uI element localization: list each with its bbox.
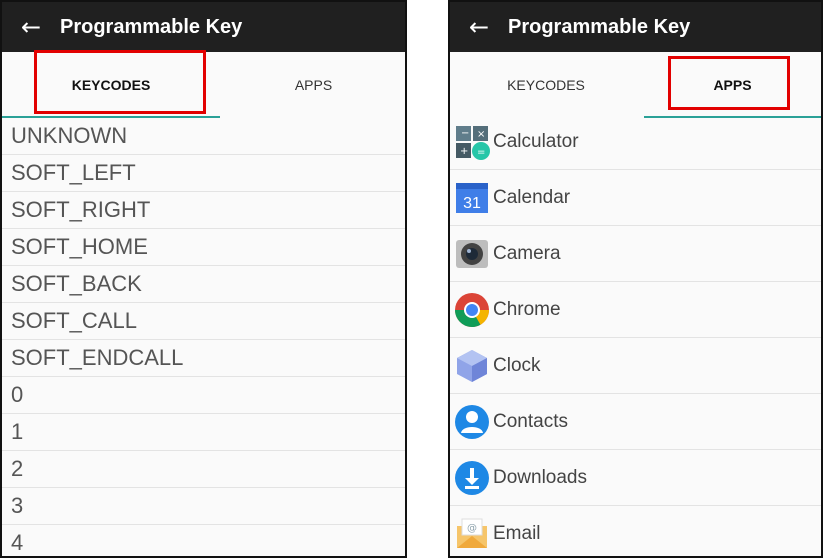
app-bar: ← Programmable Key (450, 2, 821, 52)
list-item[interactable]: 4 (2, 525, 405, 556)
tab-apps[interactable]: APPS (220, 52, 405, 118)
email-icon: @ (457, 518, 487, 548)
list-item[interactable]: − × + = Calculator (450, 114, 821, 170)
arrow-left-icon[interactable]: ← (450, 2, 508, 52)
app-label: Chrome (493, 298, 561, 320)
list-item[interactable]: Chrome (450, 282, 821, 338)
list-item[interactable]: SOFT_LEFT (2, 155, 405, 192)
apps-screen: ← Programmable Key KEYCODES APPS − × + =… (448, 0, 823, 558)
list-item[interactable]: Downloads (450, 450, 821, 506)
list-item[interactable]: 1 (2, 414, 405, 451)
calculator-icon: − × + = (456, 125, 490, 160)
list-item[interactable]: SOFT_BACK (2, 266, 405, 303)
app-label: Camera (493, 242, 561, 264)
list-item[interactable]: 31 Calendar (450, 170, 821, 226)
app-label: Contacts (493, 410, 568, 432)
list-item[interactable]: SOFT_HOME (2, 229, 405, 266)
page-title: Programmable Key (60, 15, 243, 38)
camera-icon (456, 239, 488, 268)
downloads-icon (455, 460, 489, 495)
list-item[interactable]: Contacts (450, 394, 821, 450)
list-item[interactable]: SOFT_ENDCALL (2, 340, 405, 377)
list-item[interactable]: 2 (2, 451, 405, 488)
tab-keycodes[interactable]: KEYCODES (450, 52, 642, 118)
list-item[interactable]: Camera (450, 226, 821, 282)
tab-label: APPS (294, 77, 333, 93)
list-item[interactable]: SOFT_CALL (2, 303, 405, 340)
highlight-box (34, 50, 206, 114)
arrow-left-icon[interactable]: ← (2, 2, 60, 52)
list-item[interactable]: 0 (2, 377, 405, 414)
svg-text:+: + (460, 146, 468, 157)
clock-icon (457, 349, 487, 382)
svg-text:−: − (461, 128, 469, 139)
app-label: Calculator (493, 130, 579, 152)
keycode-list[interactable]: UNKNOWN SOFT_LEFT SOFT_RIGHT SOFT_HOME S… (2, 118, 405, 556)
page-title: Programmable Key (508, 15, 691, 38)
list-item[interactable]: @ Email (450, 506, 821, 556)
app-label: Clock (493, 354, 541, 376)
keycodes-screen: ← Programmable Key KEYCODES APPS UNKNOWN… (0, 0, 407, 558)
list-item[interactable]: 3 (2, 488, 405, 525)
list-item[interactable]: Clock (450, 338, 821, 394)
list-item[interactable]: SOFT_RIGHT (2, 192, 405, 229)
chrome-icon (455, 292, 489, 327)
svg-text:×: × (477, 129, 485, 140)
calendar-day-number: 31 (463, 195, 481, 212)
tab-label: KEYCODES (507, 77, 585, 93)
contacts-icon (455, 404, 489, 439)
svg-text:@: @ (467, 523, 477, 534)
list-item[interactable]: UNKNOWN (2, 118, 405, 155)
app-label: Calendar (493, 186, 571, 208)
highlight-box (668, 56, 790, 110)
app-bar: ← Programmable Key (2, 2, 405, 52)
calendar-icon: 31 (456, 182, 488, 213)
app-label: Downloads (493, 466, 587, 488)
svg-text:=: = (477, 147, 485, 158)
app-list[interactable]: − × + = Calculator 31 Calendar Camera Ch… (450, 114, 821, 556)
app-label: Email (493, 522, 541, 544)
